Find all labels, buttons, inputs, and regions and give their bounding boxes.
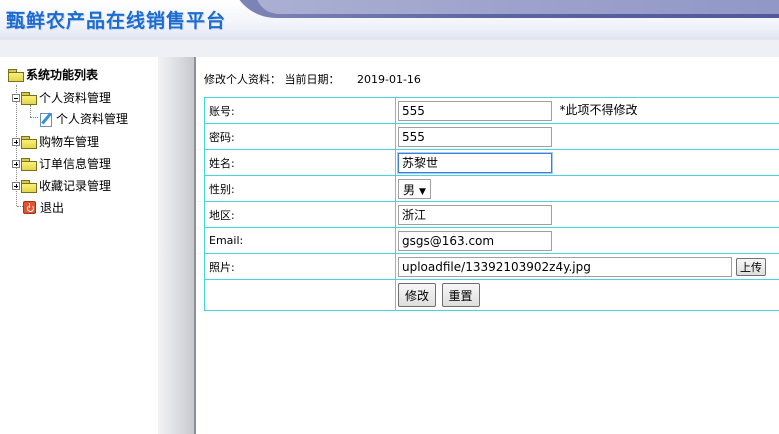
sidebar-item-label: 订单信息管理 bbox=[39, 157, 112, 171]
tree-root-label: 系统功能列表 bbox=[26, 68, 99, 82]
name-label: 姓名: bbox=[204, 149, 396, 176]
region-input[interactable] bbox=[398, 204, 552, 225]
table-row: Email: bbox=[204, 227, 779, 254]
submit-button[interactable]: 修改 bbox=[398, 283, 437, 307]
password-label: 密码: bbox=[204, 123, 396, 150]
sidebar-item-label: 收藏记录管理 bbox=[39, 179, 112, 193]
sidebar-item-favorites[interactable]: 收藏记录管理 bbox=[12, 177, 111, 194]
date-value: 2019-01-16 bbox=[357, 73, 421, 86]
gender-selected-value: 男 bbox=[403, 182, 416, 197]
table-row: 地区: bbox=[204, 201, 779, 228]
date-label: 当前日期： bbox=[284, 73, 340, 86]
expand-icon[interactable] bbox=[12, 137, 20, 146]
folder-open-icon bbox=[8, 68, 24, 82]
page-title: 修改个人资料： bbox=[204, 73, 281, 86]
header-swoosh-light bbox=[255, 0, 779, 14]
password-input[interactable] bbox=[398, 126, 552, 147]
chevron-down-icon: ▼ bbox=[419, 186, 426, 197]
table-row: 性别: 男 ▼ bbox=[204, 175, 779, 202]
sidebar-item-label: 个人资料管理 bbox=[56, 112, 129, 126]
email-label: Email: bbox=[204, 227, 396, 254]
sidebar-item-profile-edit[interactable]: 个人资料管理 bbox=[39, 110, 128, 127]
account-note: *此项不得修改 bbox=[559, 102, 638, 117]
table-row: 姓名: bbox=[204, 149, 779, 176]
sidebar-item-label: 购物车管理 bbox=[39, 135, 100, 149]
sidebar-item-label: 退出 bbox=[40, 201, 65, 215]
reset-button[interactable]: 重置 bbox=[441, 283, 480, 307]
site-title: 甄鲜农产品在线销售平台 bbox=[6, 10, 227, 32]
table-row: 修改 重置 bbox=[204, 279, 779, 311]
folder-icon bbox=[21, 179, 37, 193]
folder-icon bbox=[21, 157, 37, 171]
header-band bbox=[0, 40, 779, 57]
region-label: 地区: bbox=[204, 201, 396, 228]
table-row: 密码: bbox=[204, 123, 779, 150]
sidebar-item-profile[interactable]: 个人资料管理 bbox=[12, 89, 111, 106]
folder-icon bbox=[21, 135, 37, 149]
photo-label: 照片: bbox=[204, 253, 396, 280]
sidebar-item-logout[interactable]: 退出 bbox=[23, 199, 64, 216]
table-row: 照片: 上传 bbox=[204, 253, 779, 280]
sidebar-item-cart[interactable]: 购物车管理 bbox=[12, 133, 99, 150]
page-heading: 修改个人资料： 当前日期： 2019-01-16 bbox=[204, 71, 421, 87]
tree-root[interactable]: 系统功能列表 bbox=[8, 66, 98, 83]
sidebar: 系统功能列表 个人资料管理 个人资料管理 购物车管理 订单信息管理 收藏记录管理… bbox=[0, 57, 158, 434]
header-banner: 甄鲜农产品在线销售平台 bbox=[0, 0, 779, 40]
gender-select[interactable]: 男 ▼ bbox=[398, 178, 431, 199]
exit-icon bbox=[23, 201, 36, 214]
main-content: 修改个人资料： 当前日期： 2019-01-16 账号: *此项不得修改 密码:… bbox=[196, 57, 779, 434]
expand-icon[interactable] bbox=[12, 159, 20, 168]
account-label: 账号: bbox=[204, 97, 396, 124]
expand-icon[interactable] bbox=[12, 181, 20, 190]
name-input[interactable] bbox=[398, 152, 552, 173]
folder-open-icon bbox=[21, 91, 37, 105]
gender-label: 性别: bbox=[204, 175, 396, 202]
sidebar-item-label: 个人资料管理 bbox=[39, 91, 112, 105]
edit-doc-icon bbox=[39, 112, 53, 127]
email-input[interactable] bbox=[398, 230, 552, 251]
table-row: 账号: *此项不得修改 bbox=[204, 97, 779, 124]
photo-path-input[interactable] bbox=[398, 256, 732, 277]
frame-splitter[interactable] bbox=[158, 57, 194, 434]
profile-form-table: 账号: *此项不得修改 密码: 姓名: 性别: 男▼ 地区: bbox=[204, 97, 779, 311]
upload-button[interactable]: 上传 bbox=[736, 257, 766, 276]
account-input[interactable] bbox=[398, 100, 552, 121]
sidebar-item-orders[interactable]: 订单信息管理 bbox=[12, 155, 111, 172]
collapse-icon[interactable] bbox=[12, 93, 20, 102]
